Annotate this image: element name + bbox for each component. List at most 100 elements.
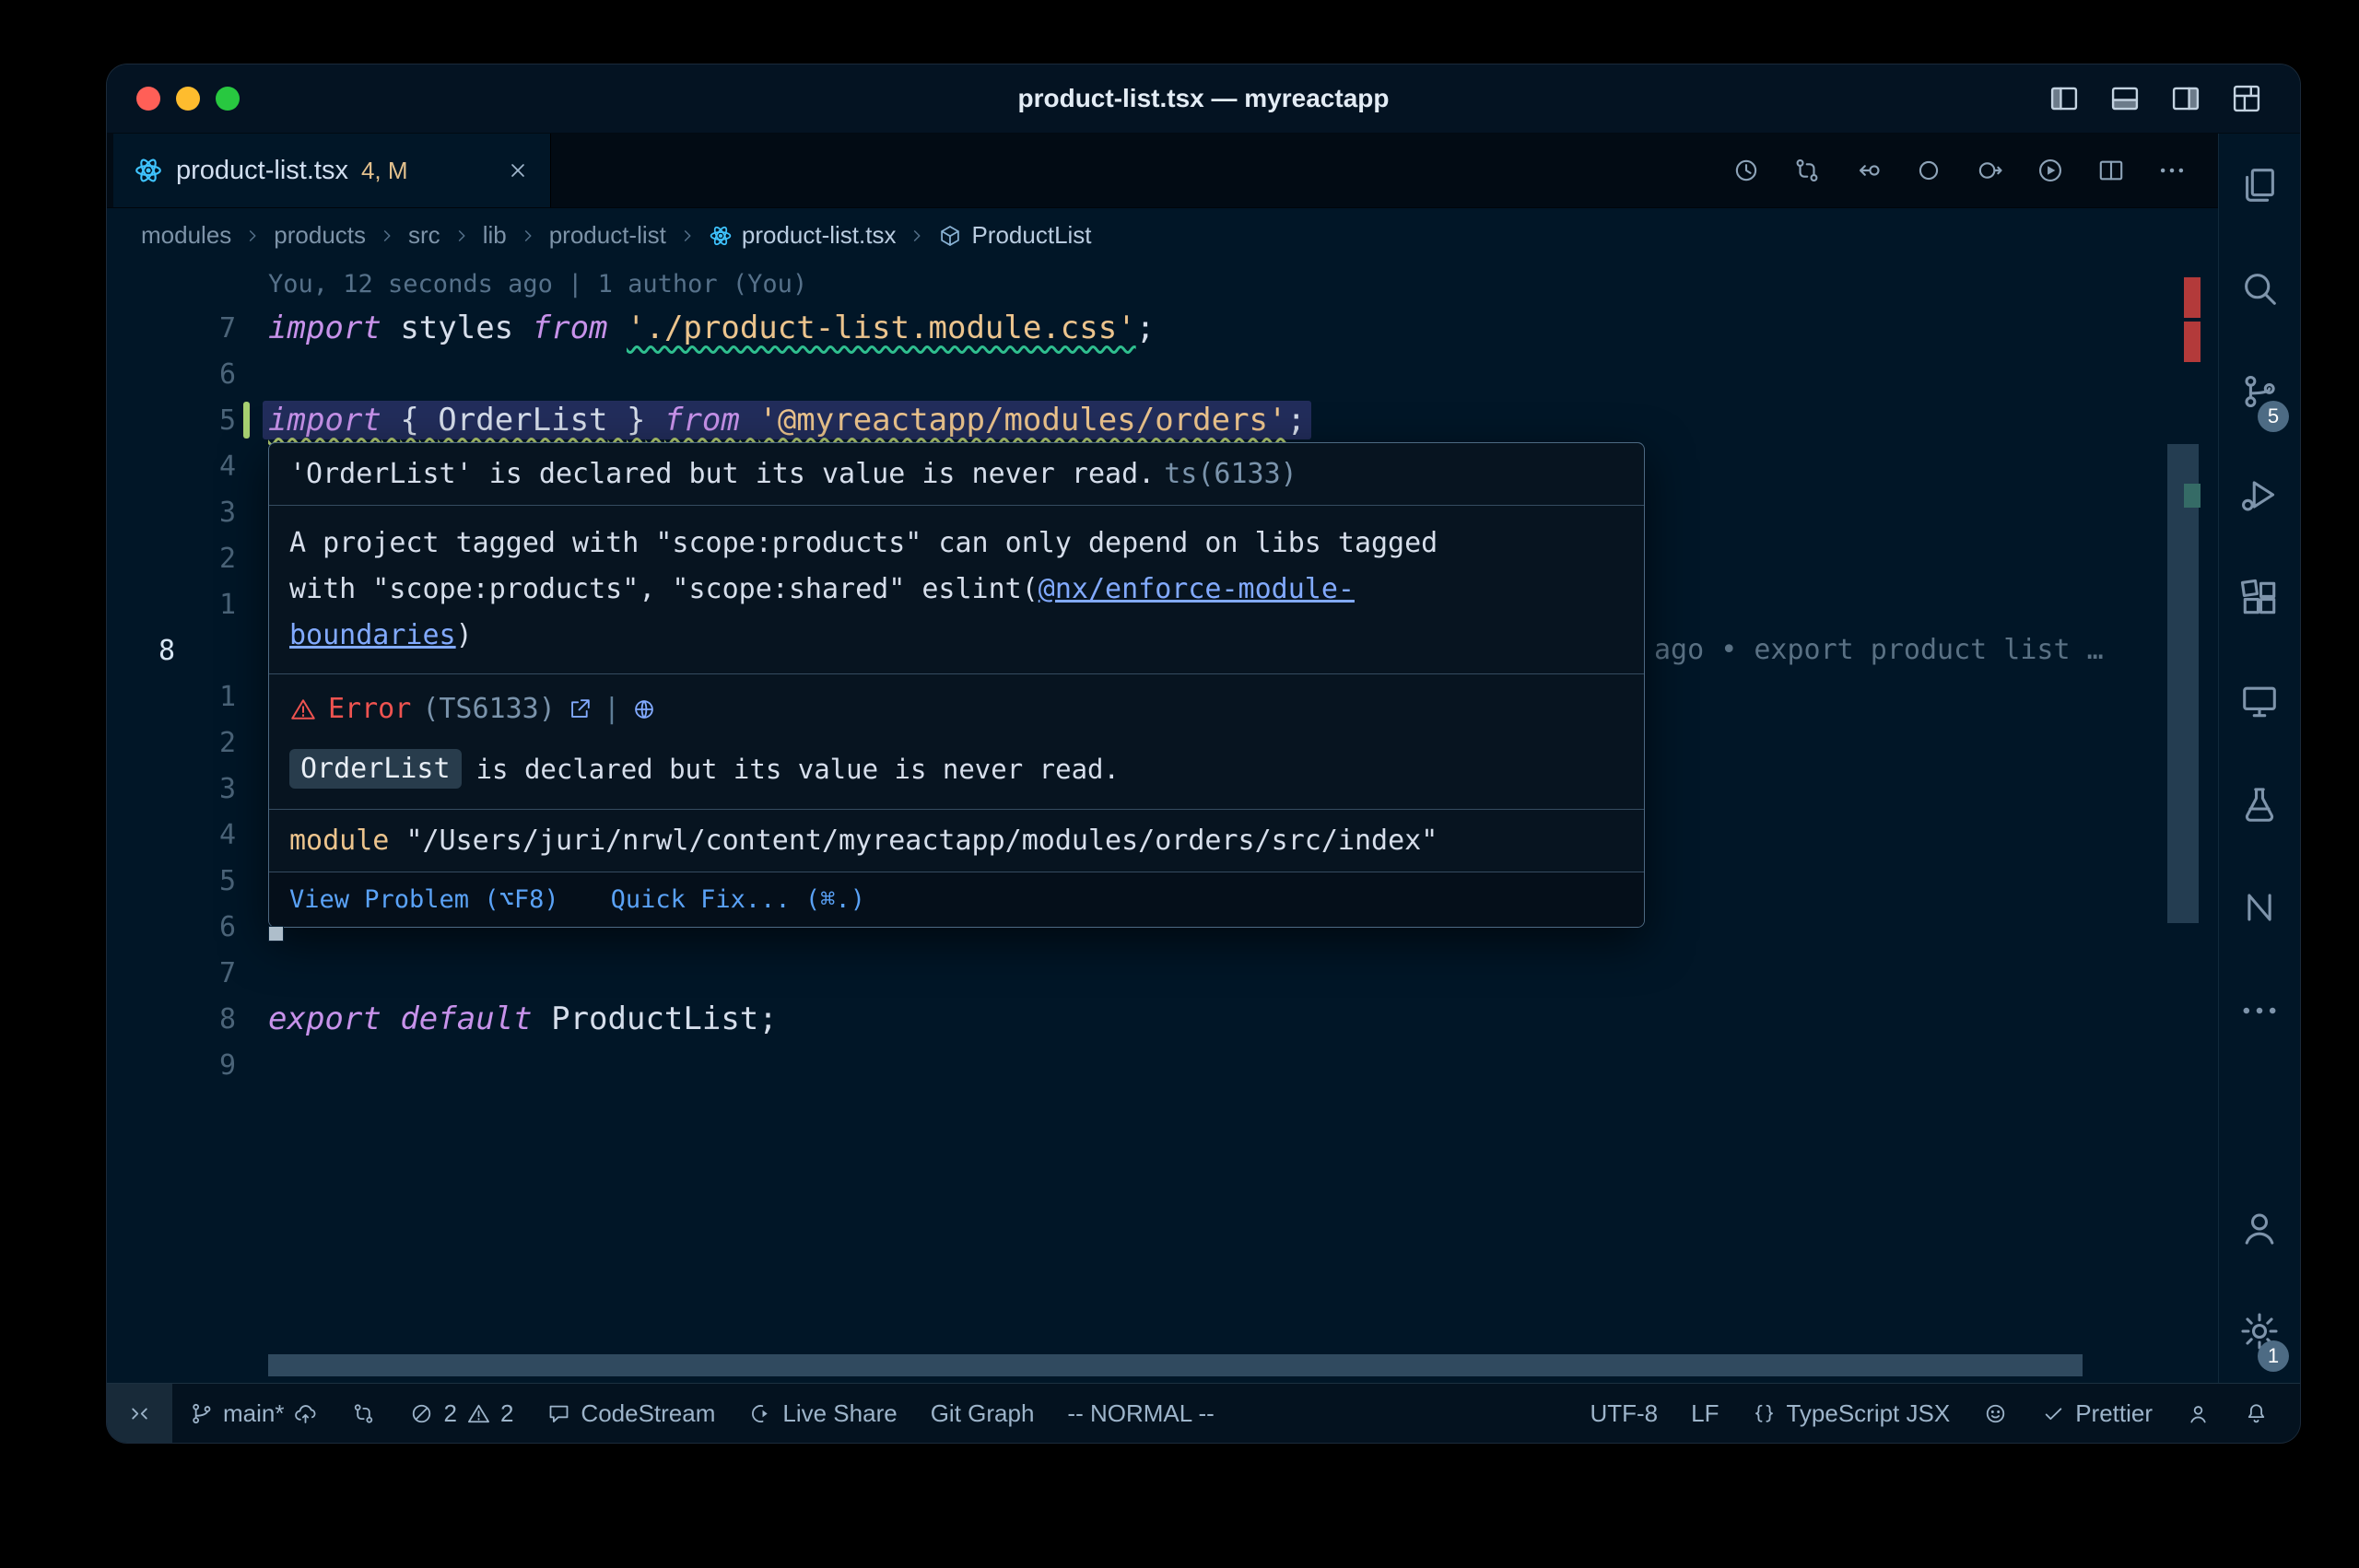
gutter-decoration xyxy=(236,673,268,720)
status-label: UTF-8 xyxy=(1590,1399,1658,1428)
tab-close-button[interactable] xyxy=(506,158,530,182)
symbol-box-icon xyxy=(938,224,962,248)
status-remote-indicator[interactable] xyxy=(107,1384,172,1443)
error-code: (TS6133) xyxy=(422,693,556,725)
timeline-button[interactable] xyxy=(1731,156,1761,185)
status-encoding[interactable]: UTF-8 xyxy=(1573,1384,1674,1443)
status-accounts-status[interactable] xyxy=(2169,1384,2227,1443)
status-prettier[interactable]: Prettier xyxy=(2025,1384,2169,1443)
code-text: import { OrderList } from '@myreactapp/m… xyxy=(263,401,1311,439)
breadcrumb-item-product-list[interactable]: product-list xyxy=(549,221,666,250)
tab-product-list[interactable]: product-list.tsx 4, M xyxy=(113,134,551,207)
activity-item-extensions[interactable] xyxy=(2219,546,2300,649)
status-notifications[interactable] xyxy=(2227,1384,2285,1443)
minimize-button[interactable] xyxy=(176,87,200,111)
code-token: export xyxy=(268,1000,381,1037)
circle-arrow-icon xyxy=(1975,156,2004,185)
beaker-icon xyxy=(2238,783,2281,825)
status-vim-mode[interactable]: -- NORMAL -- xyxy=(1050,1384,1230,1443)
gitlens-blame-lens[interactable]: You, 12 seconds ago | 1 author (You) xyxy=(268,270,807,298)
code-line[interactable]: 9 xyxy=(107,1042,2218,1088)
line-number: 2 xyxy=(158,727,236,759)
code-line[interactable]: 6 xyxy=(107,351,2218,397)
code-token: from xyxy=(533,310,608,346)
panel-bottom-button[interactable] xyxy=(2108,82,2142,115)
code-token: '@myreactapp/modules/orders' xyxy=(758,402,1286,439)
globe-icon[interactable] xyxy=(631,696,657,722)
code-token: } xyxy=(627,402,645,439)
live-share-icon xyxy=(748,1401,773,1426)
status-eol[interactable]: LF xyxy=(1674,1384,1735,1443)
zoom-button[interactable] xyxy=(216,87,240,111)
gutter-decoration xyxy=(236,950,268,996)
nx-icon xyxy=(2238,886,2281,929)
status-codestream[interactable]: CodeStream xyxy=(530,1384,732,1443)
status-live-share[interactable]: Live Share xyxy=(732,1384,913,1443)
activity-item-settings[interactable]: 1 xyxy=(2219,1280,2300,1383)
line-number: 1 xyxy=(158,681,236,713)
code-token xyxy=(381,1000,400,1037)
activity-item-remote-explorer[interactable] xyxy=(2219,649,2300,753)
git-branch-icon xyxy=(189,1401,214,1426)
status-label: LF xyxy=(1691,1399,1719,1428)
compare-changes-button[interactable] xyxy=(1792,156,1822,185)
chevron-right-icon xyxy=(452,226,472,246)
code-token: from xyxy=(664,402,740,439)
layout-button[interactable] xyxy=(2230,82,2263,115)
ellipsis-icon xyxy=(2238,989,2281,1032)
hover-resize-handle[interactable] xyxy=(268,926,284,942)
open-changes-button[interactable] xyxy=(1853,156,1883,185)
gutter-decoration xyxy=(236,443,268,489)
compare-icon xyxy=(1792,156,1822,185)
activity-item-explorer[interactable] xyxy=(2219,134,2300,237)
external-link-icon[interactable] xyxy=(567,696,593,722)
breadcrumb-item-products[interactable]: products xyxy=(274,221,366,250)
activity-item-run-debug[interactable] xyxy=(2219,443,2300,546)
breadcrumb-item-productlist[interactable]: ProductList xyxy=(938,221,1091,250)
activity-item-nx-console[interactable] xyxy=(2219,856,2300,959)
account-icon xyxy=(2238,1207,2281,1249)
breadcrumb-item-lib[interactable]: lib xyxy=(483,221,507,250)
activity-item-more-views[interactable] xyxy=(2219,959,2300,1062)
gutter-decoration xyxy=(236,535,268,581)
activity-item-testing[interactable] xyxy=(2219,753,2300,856)
ext-link-icon xyxy=(567,696,593,722)
view-problem-link[interactable]: View Problem (⌥F8) xyxy=(289,885,559,914)
code-editor[interactable]: You, 12 seconds ago | 1 author (You) 7im… xyxy=(107,263,2218,1383)
code-token xyxy=(381,402,400,439)
breadcrumb-item-src[interactable]: src xyxy=(408,221,440,250)
code-line[interactable]: 5import { OrderList } from '@myreactapp/… xyxy=(107,397,2218,443)
open-on-remote-button[interactable] xyxy=(1975,156,2004,185)
panel-right-button[interactable] xyxy=(2169,82,2202,115)
window-title: product-list.tsx — myreactapp xyxy=(1018,84,1390,113)
close-button[interactable] xyxy=(136,87,160,111)
vertical-scrollbar[interactable] xyxy=(2167,444,2199,923)
titlebar[interactable]: product-list.tsx — myreactapp xyxy=(107,64,2300,134)
diagnostic-eslint: A project tagged with "scope:products" c… xyxy=(269,506,1644,674)
breadcrumb-item-product-list-tsx[interactable]: product-list.tsx xyxy=(709,221,897,250)
horizontal-scrollbar[interactable] xyxy=(268,1354,2083,1376)
quick-fix-link[interactable]: Quick Fix... (⌘.) xyxy=(611,885,865,914)
status-git-graph[interactable]: Git Graph xyxy=(914,1384,1051,1443)
split-editor-button[interactable] xyxy=(2096,156,2126,185)
status-feedback[interactable] xyxy=(1966,1384,2025,1443)
code-line[interactable]: 8export default ProductList; xyxy=(107,996,2218,1042)
separator: | xyxy=(604,693,620,725)
status-problems[interactable]: 22 xyxy=(393,1384,530,1443)
blame-annotate-button[interactable] xyxy=(1914,156,1943,185)
activity-item-search[interactable] xyxy=(2219,237,2300,340)
panel-left-button[interactable] xyxy=(2048,82,2081,115)
code-token: { xyxy=(400,402,418,439)
remote-explorer-icon xyxy=(2238,680,2281,722)
activity-item-source-control[interactable]: 5 xyxy=(2219,340,2300,443)
status-language-mode[interactable]: TypeScript JSX xyxy=(1735,1384,1966,1443)
run-file-button[interactable] xyxy=(2036,156,2065,185)
code-line[interactable]: 7 xyxy=(107,950,2218,996)
more-actions-button[interactable] xyxy=(2157,156,2187,185)
status-git-compare[interactable] xyxy=(334,1384,393,1443)
breadcrumb-item-modules[interactable]: modules xyxy=(141,221,231,250)
status-git-branch[interactable]: main* xyxy=(172,1384,334,1443)
code-text: import styles from './product-list.modul… xyxy=(263,309,1160,347)
activity-item-accounts[interactable] xyxy=(2219,1176,2300,1280)
code-line[interactable]: 7import styles from './product-list.modu… xyxy=(107,305,2218,351)
